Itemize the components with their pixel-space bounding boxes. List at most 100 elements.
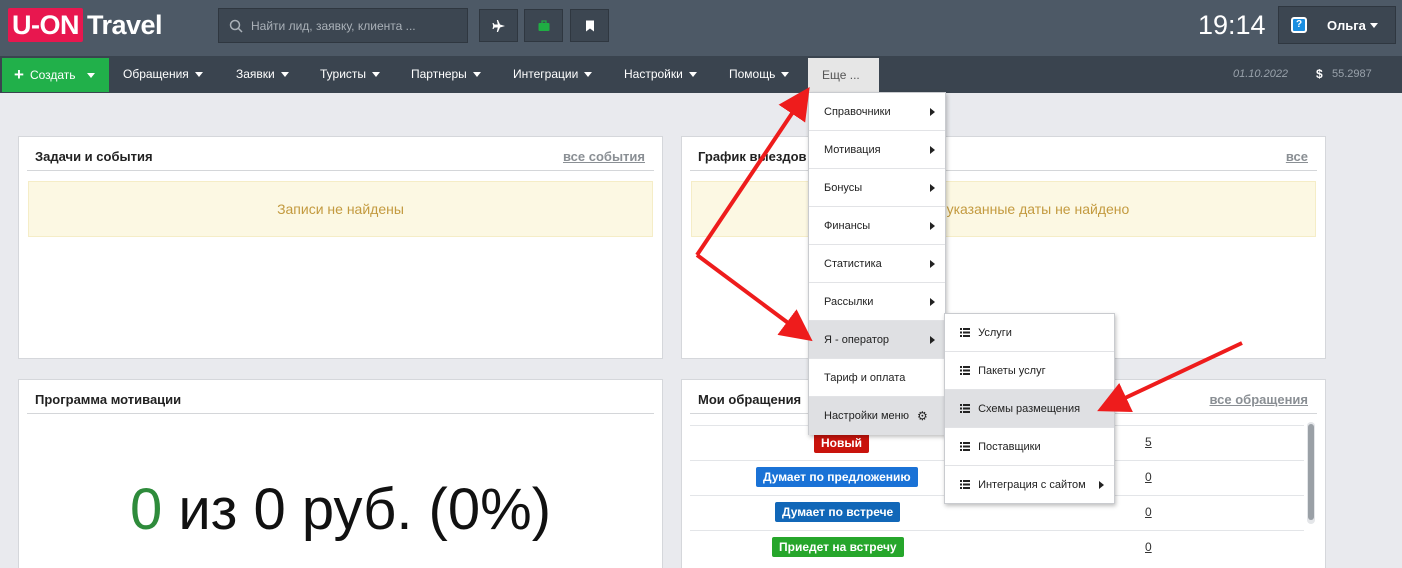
current-date: 01.10.2022	[1233, 68, 1289, 80]
tours-button[interactable]	[479, 9, 518, 42]
chevron-down-icon	[194, 72, 203, 78]
chevron-right-icon	[1099, 481, 1104, 489]
status-badge[interactable]: Приедет на встречу	[772, 537, 904, 557]
briefcase-icon	[538, 19, 549, 31]
chevron-right-icon	[930, 146, 935, 154]
menu-item-label: Мотивация	[824, 144, 881, 156]
motivation-value: 0 из 0 руб. (0%)	[19, 480, 662, 540]
chevron-down-icon	[472, 72, 481, 78]
chevron-right-icon	[930, 222, 935, 230]
menu-item-directories[interactable]: Справочники	[809, 93, 945, 131]
submenu-item-site-integration[interactable]: Интеграция с сайтом	[945, 466, 1114, 504]
chevron-down-icon	[781, 72, 790, 78]
nav-item-integrations[interactable]: Интеграции	[513, 56, 593, 93]
menu-item-mailings[interactable]: Рассылки	[809, 283, 945, 321]
menu-item-label: Схемы размещения	[978, 403, 1081, 415]
nav-item-label: Партнеры	[411, 67, 467, 81]
all-requests-link[interactable]: все обращения	[1209, 392, 1308, 407]
global-search[interactable]	[218, 8, 468, 43]
menu-item-tariff[interactable]: Тариф и оплата	[809, 359, 945, 397]
empty-message: Ничего на указанные даты не найдено	[691, 181, 1316, 237]
menu-item-label: Поставщики	[978, 441, 1041, 453]
chevron-down-icon	[86, 72, 95, 78]
request-count[interactable]: 0	[1145, 505, 1152, 519]
list-icon	[960, 365, 970, 375]
status-badge[interactable]: Новый	[814, 433, 869, 453]
menu-item-label: Я - оператор	[824, 334, 890, 346]
help-icon[interactable]: ?	[1291, 17, 1307, 33]
scrollbar-thumb[interactable]	[1308, 424, 1314, 520]
nav-item-label: Заявки	[236, 67, 275, 81]
create-label: Создать	[29, 68, 76, 82]
chevron-right-icon	[930, 298, 935, 306]
bookmarks-button[interactable]	[570, 9, 609, 42]
chevron-down-icon	[1369, 22, 1378, 28]
nav-item-requests[interactable]: Обращения	[123, 56, 203, 93]
submenu-item-suppliers[interactable]: Поставщики	[945, 428, 1114, 466]
bookmark-icon	[585, 20, 594, 31]
list-icon	[960, 327, 970, 337]
nav-item-tourists[interactable]: Туристы	[320, 56, 381, 93]
chevron-right-icon	[930, 336, 935, 344]
divider	[27, 170, 654, 171]
chevron-down-icon	[584, 72, 593, 78]
chevron-right-icon	[930, 260, 935, 268]
currency-rate[interactable]: 55.2987	[1332, 56, 1372, 93]
chevron-down-icon	[280, 72, 289, 78]
nav-item-help[interactable]: Помощь	[729, 56, 790, 93]
request-count[interactable]: 5	[1145, 435, 1152, 449]
motivation-amount: 0	[129, 477, 163, 542]
menu-item-label: Рассылки	[824, 296, 874, 308]
chevron-down-icon	[372, 72, 381, 78]
create-button[interactable]: + Создать	[2, 58, 109, 92]
status-badge[interactable]: Думает по встрече	[775, 502, 901, 522]
status-badge[interactable]: Думает по предложению	[756, 467, 918, 487]
table-row[interactable]: Приедет на встречу 0	[690, 530, 1304, 565]
menu-item-menu-settings[interactable]: Настройки меню ⚙	[809, 397, 945, 435]
nav-item-orders[interactable]: Заявки	[236, 56, 289, 93]
nav-item-label: Помощь	[729, 67, 776, 81]
nav-item-label: Обращения	[123, 67, 189, 81]
nav-item-label: Настройки	[624, 67, 683, 81]
chevron-right-icon	[930, 108, 935, 116]
orders-button[interactable]	[524, 9, 563, 42]
request-count[interactable]: 0	[1145, 540, 1152, 554]
submenu-item-services[interactable]: Услуги	[945, 314, 1114, 352]
nav-item-more[interactable]: Еще ...	[808, 58, 879, 93]
submenu-item-accommodation-schemes[interactable]: Схемы размещения	[945, 390, 1114, 428]
top-header: U-ON Travel 19:14 ? Ольга	[0, 0, 1402, 56]
all-events-link[interactable]: все события	[563, 149, 645, 164]
clock: 19:14	[1198, 10, 1266, 40]
user-name: Ольга	[1327, 17, 1366, 33]
nav-item-partners[interactable]: Партнеры	[411, 56, 481, 93]
menu-item-statistics[interactable]: Статистика	[809, 245, 945, 283]
chevron-down-icon	[688, 72, 697, 78]
search-input[interactable]	[251, 18, 451, 33]
menu-item-bonuses[interactable]: Бонусы	[809, 169, 945, 207]
gear-icon: ⚙	[917, 409, 928, 424]
nav-item-label: Интеграции	[513, 67, 579, 81]
request-count[interactable]: 0	[1145, 470, 1152, 484]
panel-title: График выездов	[698, 149, 807, 164]
user-menu-button[interactable]: ? Ольга	[1278, 6, 1396, 44]
search-icon	[229, 19, 243, 33]
list-icon	[960, 441, 970, 451]
menu-item-label: Бонусы	[824, 182, 863, 194]
menu-item-operator[interactable]: Я - оператор	[809, 321, 945, 359]
plus-icon: +	[14, 65, 24, 84]
menu-item-finance[interactable]: Финансы	[809, 207, 945, 245]
logo-mark: U-ON	[8, 8, 83, 42]
all-schedule-link[interactable]: все	[1286, 149, 1308, 164]
submenu-item-service-packages[interactable]: Пакеты услуг	[945, 352, 1114, 390]
panel-title: Мои обращения	[698, 392, 802, 407]
logo-text: Travel	[87, 9, 163, 40]
menu-item-label: Услуги	[978, 327, 1012, 339]
list-icon	[960, 403, 970, 413]
logo[interactable]: U-ON Travel	[8, 8, 163, 42]
dollar-icon: $	[1316, 67, 1323, 81]
menu-item-motivation[interactable]: Мотивация	[809, 131, 945, 169]
nav-item-settings[interactable]: Настройки	[624, 56, 697, 93]
plane-icon	[492, 19, 505, 32]
nav-item-label: Туристы	[320, 67, 367, 81]
tasks-panel: Задачи и события все события Записи не н…	[18, 136, 663, 359]
